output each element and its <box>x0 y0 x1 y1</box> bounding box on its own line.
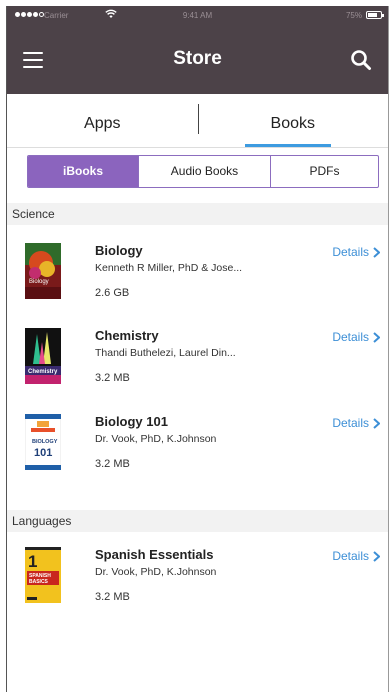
details-link[interactable]: Details <box>332 245 380 259</box>
book-author: Dr. Vook, PhD, K.Johnson <box>95 566 217 578</box>
book-size: 3.2 MB <box>95 372 130 384</box>
book-size: 2.6 GB <box>95 287 130 299</box>
selected-tab-indicator <box>245 144 331 147</box>
hamburger-menu-icon[interactable] <box>23 52 43 68</box>
chevron-right-icon <box>373 331 380 343</box>
section-header-science: Science <box>7 203 388 225</box>
tab-apps[interactable]: Apps <box>7 94 198 148</box>
battery-percent: 75% <box>345 11 362 20</box>
book-author: Kenneth R Miller, PhD & Jose... <box>95 262 243 274</box>
svg-text:101: 101 <box>34 447 52 459</box>
chevron-right-icon <box>373 550 380 562</box>
section-header-languages: Languages <box>7 510 388 532</box>
list-item[interactable]: Chemistry Chemistry Thandi Buthelezi, La… <box>7 328 388 414</box>
svg-text:Chemistry: Chemistry <box>28 369 58 375</box>
list-item[interactable]: 1 SPANISH BASICS Spanish Essentials Dr. … <box>7 547 388 633</box>
status-bar: Carrier 9:41 AM 75% <box>7 6 388 26</box>
list-item[interactable]: Biology Biology Kenneth R Miller, PhD & … <box>7 243 388 329</box>
status-time: 9:41 AM <box>182 11 213 20</box>
details-link[interactable]: Details <box>332 549 380 563</box>
search-icon[interactable] <box>350 49 372 76</box>
book-author: Thandi Buthelezi, Laurel Din... <box>95 347 236 359</box>
book-size: 3.2 MB <box>95 591 130 603</box>
book-cover-biology-101: BIOLOGY 101 <box>25 414 61 470</box>
svg-text:BIOLOGY: BIOLOGY <box>32 439 58 445</box>
store-tabs: Apps Books <box>7 94 388 148</box>
book-author: Dr. Vook, PhD, K.Johnson <box>95 433 217 445</box>
tab-books[interactable]: Books <box>198 94 389 148</box>
book-cover-biology: Biology <box>25 243 61 299</box>
filter-pdfs[interactable]: PDFs <box>270 156 378 187</box>
chevron-right-icon <box>373 246 380 258</box>
filter-audio-books[interactable]: Audio Books <box>138 156 270 187</box>
battery-icon <box>366 11 384 19</box>
svg-text:1: 1 <box>28 552 37 571</box>
book-cover-chemistry: Chemistry <box>25 328 61 384</box>
filter-ibooks[interactable]: iBooks <box>28 156 138 187</box>
book-size: 3.2 MB <box>95 458 130 470</box>
list-item[interactable]: BIOLOGY 101 Biology 101 Dr. Vook, PhD, K… <box>7 414 388 500</box>
svg-text:BASICS: BASICS <box>29 579 49 585</box>
book-title: Biology 101 <box>95 414 168 429</box>
svg-text:Biology: Biology <box>29 279 49 285</box>
details-link[interactable]: Details <box>332 330 380 344</box>
book-title: Biology <box>95 243 143 258</box>
page-title: Store <box>173 48 222 69</box>
book-type-filter: iBooks Audio Books PDFs <box>27 155 379 188</box>
details-link[interactable]: Details <box>332 416 380 430</box>
phone-screen: Carrier 9:41 AM 75% Store Apps Books iBo… <box>6 6 389 692</box>
navigation-bar: Store <box>7 26 388 94</box>
chevron-right-icon <box>373 417 380 429</box>
book-title: Spanish Essentials <box>95 547 214 562</box>
book-title: Chemistry <box>95 328 159 343</box>
book-cover-spanish-essentials: 1 SPANISH BASICS <box>25 547 61 603</box>
